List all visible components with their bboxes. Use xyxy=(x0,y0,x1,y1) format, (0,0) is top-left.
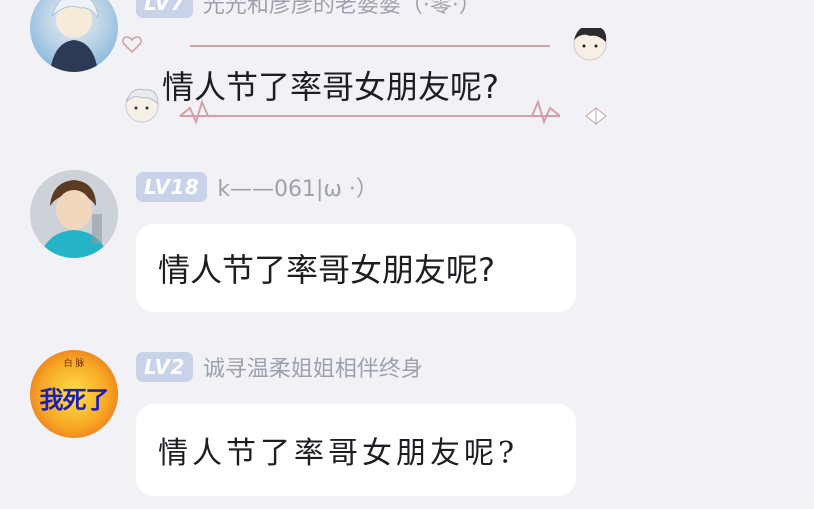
level-badge: LV7 xyxy=(136,0,193,18)
avatar-small-text: 白 脉 xyxy=(63,359,85,369)
avatar[interactable] xyxy=(30,170,118,258)
message-meta: LV7 光光和彦彦的老婆婆（·零·） xyxy=(136,0,481,20)
level-badge: LV18 xyxy=(136,172,208,202)
message-text: 情人节了率哥女朋友呢? xyxy=(162,68,499,106)
nickname[interactable]: 光光和彦彦的老婆婆（·零·） xyxy=(203,0,481,19)
message-text: 情人节了率哥女朋友呢? xyxy=(158,251,495,289)
message-bubble[interactable]: 情人节了率哥女朋友呢? xyxy=(136,404,576,496)
message-meta: LV18 k——061|ω ·） xyxy=(136,170,378,204)
nickname[interactable]: k——061|ω ·） xyxy=(217,171,378,203)
message-meta: LV2 诚寻温柔姐姐相伴终身 xyxy=(136,350,423,384)
avatar-illustration xyxy=(50,0,99,72)
avatar[interactable]: 白 脉 我死了 xyxy=(30,350,118,438)
message-text: 情人节了率哥女朋友呢? xyxy=(158,436,519,471)
nickname[interactable]: 诚寻温柔姐姐相伴终身 xyxy=(203,351,423,383)
message-bubble[interactable]: 情人节了率哥女朋友呢? xyxy=(136,224,576,312)
avatar-caption: 我死了 xyxy=(39,386,110,414)
avatar-illustration xyxy=(30,170,118,258)
level-badge: LV2 xyxy=(136,352,193,382)
avatar[interactable] xyxy=(30,0,118,72)
